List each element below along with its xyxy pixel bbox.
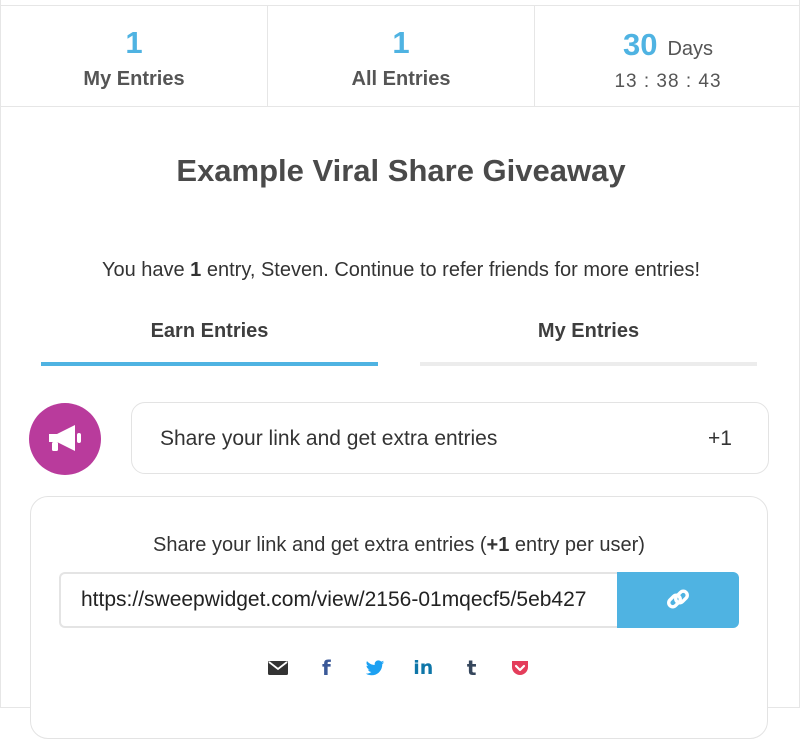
pocket-icon[interactable] (509, 657, 531, 679)
tabs: Earn Entries My Entries (41, 318, 757, 366)
stats-bar: 1 My Entries 1 All Entries 30 Days 13 : 3… (1, 5, 800, 107)
my-entries-label: My Entries (83, 68, 185, 90)
countdown-days: 30 (622, 27, 658, 62)
entries-message: You have 1 entry, Steven. Continue to re… (1, 258, 800, 282)
entries-message-post: entry, Steven. Continue to refer friends… (201, 259, 701, 281)
link-icon (665, 586, 691, 615)
tab-my-entries-indicator (420, 362, 757, 366)
share-action-row[interactable]: Share your link and get extra entries +1 (131, 402, 769, 474)
megaphone-icon (29, 403, 101, 475)
countdown-days-label: Days (667, 38, 714, 60)
stat-countdown: 30 Days 13 : 38 : 43 (535, 6, 800, 106)
countdown-days-row: 30 Days (535, 28, 800, 68)
share-heading-bold: +1 (486, 534, 510, 556)
tab-my-entries-label: My Entries (537, 320, 640, 342)
share-action-points: +1 (708, 427, 732, 450)
share-heading-post: entry per user) (509, 534, 645, 556)
all-entries-count: 1 (392, 25, 410, 60)
my-entries-count: 1 (125, 25, 143, 60)
share-link-box (59, 572, 739, 628)
share-heading-pre: Share your link and get extra entries ( (153, 534, 487, 556)
email-icon[interactable] (267, 657, 289, 679)
stat-my-entries: 1 My Entries (1, 6, 268, 106)
tab-earn-entries[interactable]: Earn Entries (41, 318, 378, 366)
tumblr-icon[interactable]: t (461, 657, 483, 679)
tab-earn-entries-label: Earn Entries (150, 320, 269, 342)
countdown-time: 13 : 38 : 43 (614, 71, 722, 92)
linkedin-icon[interactable]: in (412, 657, 434, 679)
share-link-input[interactable] (59, 572, 619, 628)
copy-link-button[interactable] (617, 572, 739, 628)
share-panel: Share your link and get extra entries (+… (30, 496, 768, 739)
giveaway-title: Example Viral Share Giveaway (176, 153, 626, 188)
tab-my-entries[interactable]: My Entries (420, 318, 757, 366)
entries-message-pre: You have (101, 259, 191, 281)
entries-message-count: 1 (190, 259, 202, 281)
share-action-text: Share your link and get extra entries (160, 427, 498, 450)
all-entries-label: All Entries (351, 68, 451, 90)
stat-all-entries: 1 All Entries (268, 6, 535, 106)
twitter-icon[interactable] (364, 657, 386, 679)
facebook-icon[interactable]: f (315, 657, 337, 679)
share-heading: Share your link and get extra entries (+… (31, 533, 767, 557)
social-share-buttons: f in t (31, 657, 767, 679)
tab-earn-entries-indicator (41, 362, 378, 366)
